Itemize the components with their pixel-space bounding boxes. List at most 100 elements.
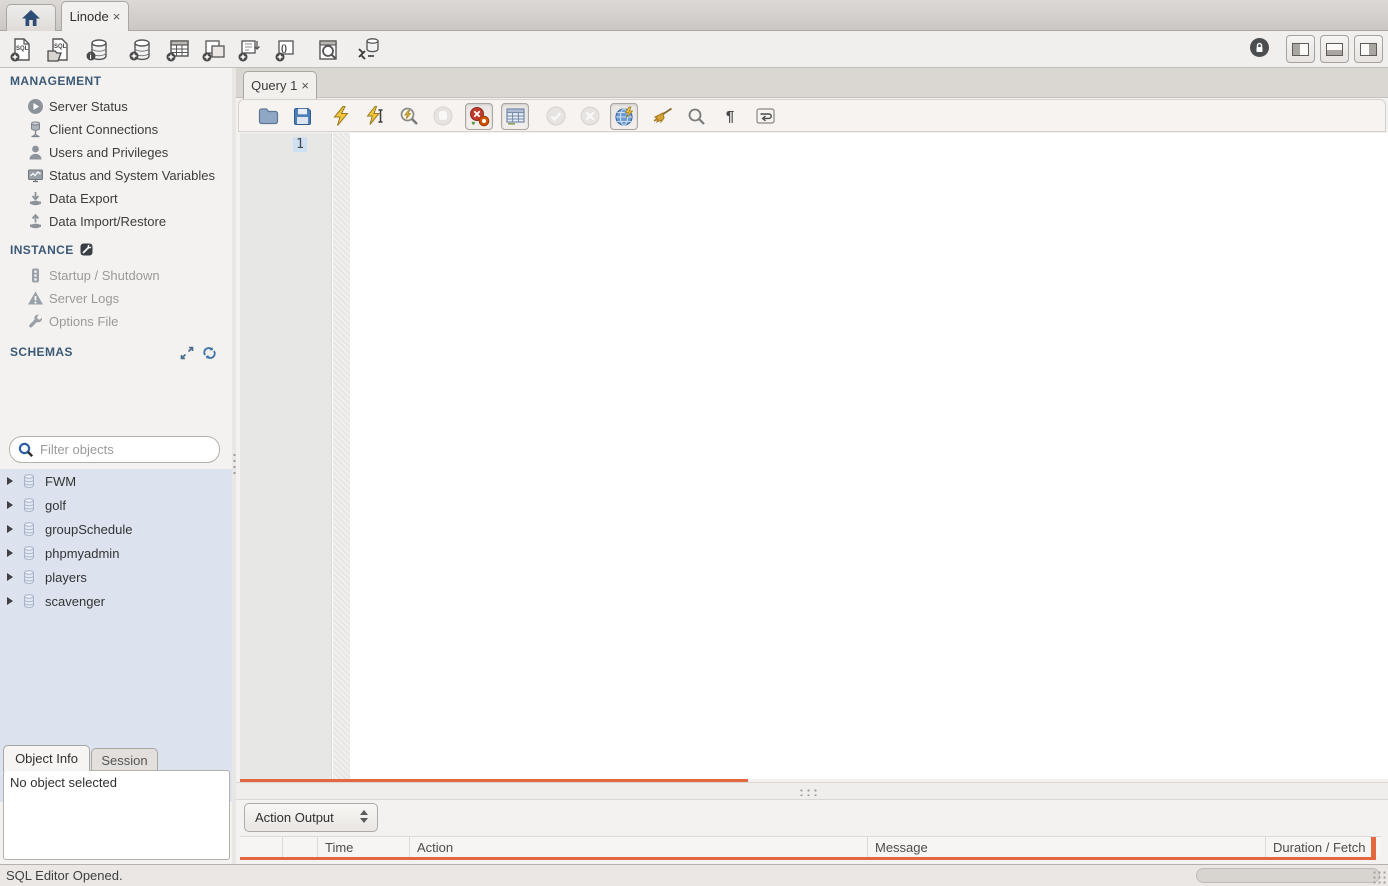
- schema-item-fwm[interactable]: FWM: [0, 469, 232, 493]
- management-section-title: MANAGEMENT: [10, 74, 101, 88]
- rollback-button[interactable]: [578, 104, 602, 128]
- close-icon[interactable]: [113, 10, 121, 23]
- security-lock-icon: [1248, 36, 1271, 59]
- sidebar-item-server-logs[interactable]: Server Logs: [0, 287, 232, 310]
- svg-text:SQL: SQL: [54, 44, 67, 50]
- connection-tab-linode[interactable]: Linode: [61, 1, 129, 31]
- column-resize-indicator[interactable]: [1371, 837, 1376, 860]
- close-icon[interactable]: [301, 79, 309, 92]
- bottom-panel-icon: [1326, 43, 1343, 56]
- schema-item-golf[interactable]: golf: [0, 493, 232, 517]
- toggle-stop-on-error-button[interactable]: [465, 103, 493, 130]
- create-schema-button[interactable]: [127, 36, 154, 63]
- output-panel: Action Output Time Action Message Durati…: [236, 800, 1388, 864]
- toggle-word-wrap-button[interactable]: [753, 104, 777, 128]
- reconnect-dbms-button[interactable]: [354, 36, 381, 63]
- connection-tab-label: Linode: [70, 9, 109, 24]
- toggle-right-sidebar-button[interactable]: [1354, 35, 1383, 63]
- execute-button[interactable]: [329, 104, 353, 128]
- open-sql-script-button[interactable]: SQL: [45, 36, 72, 63]
- schema-item-players[interactable]: players: [0, 565, 232, 589]
- chevron-right-icon[interactable]: [7, 525, 13, 533]
- line-number-gutter: 1: [240, 133, 332, 779]
- data-import-icon: [26, 213, 44, 231]
- inspect-database-button[interactable]: i: [84, 36, 111, 63]
- users-icon: [26, 144, 44, 162]
- system-variables-icon: [26, 167, 44, 185]
- object-info-message: No object selected: [10, 775, 117, 790]
- limit-rows-button[interactable]: [501, 103, 529, 130]
- create-view-button[interactable]: [200, 36, 227, 63]
- svg-text:SQL: SQL: [16, 46, 29, 52]
- column-action-header[interactable]: Action: [410, 837, 868, 857]
- status-bar: SQL Editor Opened.: [0, 864, 1388, 886]
- toggle-invisible-characters-button[interactable]: ¶: [718, 104, 742, 128]
- database-icon: [21, 545, 37, 561]
- chevron-right-icon[interactable]: [7, 573, 13, 581]
- toggle-left-sidebar-button[interactable]: [1286, 35, 1315, 63]
- output-splitter-grip[interactable]: [798, 788, 820, 796]
- column-index-header[interactable]: [283, 837, 318, 857]
- database-icon: [21, 497, 37, 513]
- schema-filter-input[interactable]: [40, 442, 200, 457]
- column-status-icon-header[interactable]: [240, 837, 283, 857]
- tab-object-info[interactable]: Object Info: [3, 745, 90, 771]
- new-sql-tab-button[interactable]: SQL: [8, 36, 35, 63]
- save-script-button[interactable]: [290, 104, 314, 128]
- refresh-schemas-icon[interactable]: [202, 346, 217, 362]
- window-resize-grip[interactable]: [1372, 870, 1386, 884]
- left-panel-icon: [1292, 43, 1309, 56]
- find-button[interactable]: [684, 104, 708, 128]
- create-procedure-button[interactable]: [236, 36, 263, 63]
- chevron-right-icon[interactable]: [7, 549, 13, 557]
- schema-item-groupschedule[interactable]: groupSchedule: [0, 517, 232, 541]
- beautify-sql-button[interactable]: [650, 104, 674, 128]
- editor-toolbar: ¶: [238, 99, 1386, 132]
- schemas-section-title: SCHEMAS: [10, 345, 73, 359]
- create-table-button[interactable]: [164, 36, 191, 63]
- sidebar-item-users-privileges[interactable]: Users and Privileges: [0, 141, 232, 164]
- sidebar: MANAGEMENT Server Status Client Connecti…: [0, 68, 232, 864]
- sidebar-item-system-variables[interactable]: Status and System Variables: [0, 164, 232, 187]
- chevron-right-icon[interactable]: [7, 597, 13, 605]
- mysql-workbench-window: Linode SQL SQL i: [0, 0, 1388, 886]
- stop-query-button[interactable]: [431, 104, 455, 128]
- home-icon: [21, 9, 41, 27]
- open-script-button[interactable]: [256, 104, 280, 128]
- horizontal-scrollbar-thumb[interactable]: [1196, 868, 1380, 883]
- output-view-selector[interactable]: Action Output: [244, 803, 378, 832]
- tab-query-1[interactable]: Query 1: [243, 71, 317, 99]
- column-message-header[interactable]: Message: [868, 837, 1266, 857]
- toggle-output-area-button[interactable]: [1320, 35, 1349, 63]
- sql-code-editor[interactable]: 1: [240, 133, 1388, 779]
- chevron-right-icon[interactable]: [7, 477, 13, 485]
- schema-item-scavenger[interactable]: scavenger: [0, 589, 232, 613]
- expand-panel-icon[interactable]: [180, 346, 194, 362]
- chevron-right-icon[interactable]: [7, 501, 13, 509]
- sidebar-item-startup-shutdown[interactable]: Startup / Shutdown: [0, 264, 232, 287]
- explain-button[interactable]: [397, 104, 421, 128]
- tab-session[interactable]: Session: [91, 748, 158, 771]
- status-message: SQL Editor Opened.: [6, 868, 123, 883]
- instance-section-title: INSTANCE: [10, 243, 93, 257]
- column-time-header[interactable]: Time: [318, 837, 410, 857]
- sidebar-item-data-import[interactable]: Data Import/Restore: [0, 210, 232, 233]
- toggle-autocommit-button[interactable]: [610, 103, 638, 130]
- sidebar-item-server-status[interactable]: Server Status: [0, 95, 232, 118]
- home-tab[interactable]: [6, 4, 56, 31]
- column-duration-header[interactable]: Duration / Fetch: [1266, 837, 1371, 857]
- search-table-data-button[interactable]: [314, 36, 341, 63]
- main-toolbar: SQL SQL i (): [0, 31, 1388, 68]
- sidebar-item-client-connections[interactable]: Client Connections: [0, 118, 232, 141]
- database-icon: [21, 569, 37, 585]
- commit-button[interactable]: [544, 104, 568, 128]
- execute-current-statement-button[interactable]: [363, 104, 387, 128]
- data-export-icon: [26, 190, 44, 208]
- sidebar-item-data-export[interactable]: Data Export: [0, 187, 232, 210]
- connection-tab-strip: Linode: [0, 0, 1388, 31]
- line-number: 1: [293, 137, 307, 152]
- svg-text:(): (): [281, 43, 287, 53]
- sidebar-item-options-file[interactable]: Options File: [0, 310, 232, 333]
- schema-item-phpmyadmin[interactable]: phpmyadmin: [0, 541, 232, 565]
- create-function-button[interactable]: (): [273, 36, 300, 63]
